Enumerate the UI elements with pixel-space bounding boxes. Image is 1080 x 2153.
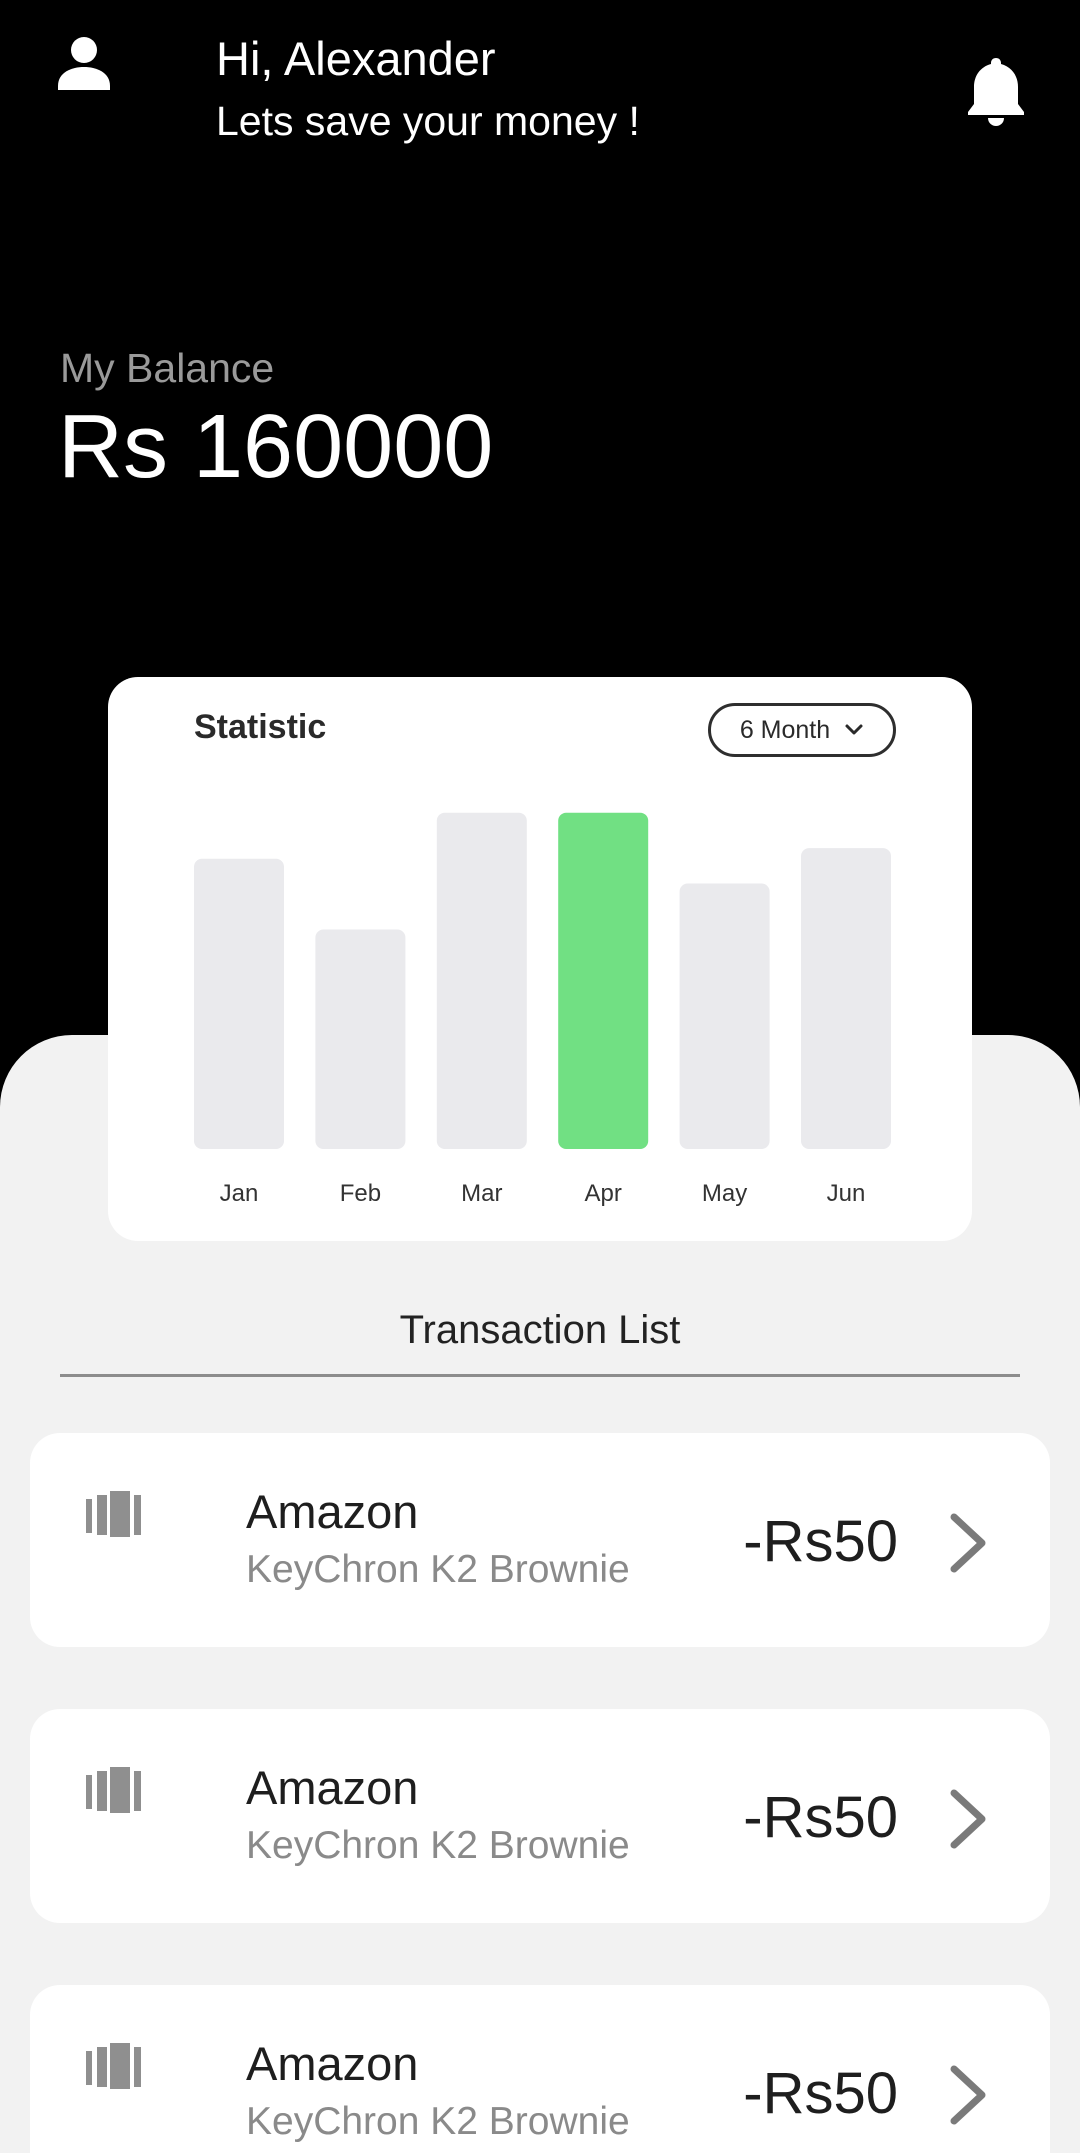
x-tick-label: Jun [827,1180,866,1207]
transaction-card[interactable]: Amazon KeyChron K2 Brownie -Rs50 [30,1985,1050,2153]
statistic-bar-chart: Jan Feb Mar Apr May Jun [194,812,891,1207]
greeting-text: Hi, Alexander [216,32,496,85]
transaction-item: KeyChron K2 Brownie [246,2100,630,2143]
chevron-right-icon[interactable] [946,1789,990,1849]
transaction-amount: -Rs50 [743,2061,898,2126]
barcode-icon [86,1767,141,1813]
balance-label: My Balance [60,345,275,391]
bar-apr [558,812,649,1149]
x-tick-label: Apr [585,1180,622,1207]
transaction-amount: -Rs50 [743,1785,898,1850]
balance-amount: Rs 160000 [58,397,494,497]
bar-may [679,883,770,1149]
transaction-item: KeyChron K2 Brownie [246,1548,630,1591]
bar-jan [194,858,284,1149]
bell-icon[interactable] [964,54,1028,126]
transaction-list-divider [60,1374,1020,1377]
user-icon[interactable] [54,34,114,94]
transaction-merchant: Amazon [246,2037,419,2090]
bar-mar [436,812,527,1149]
greeting-subtitle: Lets save your money ! [216,98,640,144]
chevron-down-icon [845,724,863,735]
transaction-item: KeyChron K2 Brownie [246,1824,630,1867]
chevron-right-icon[interactable] [946,1513,990,1573]
bar-feb [315,929,406,1149]
x-tick-label: May [702,1180,747,1207]
period-dropdown-label: 6 Month [739,715,831,744]
x-tick-label: Feb [340,1180,381,1207]
bar-jun [801,848,891,1149]
period-dropdown[interactable]: 6 Month [708,703,896,757]
x-tick-label: Jan [220,1180,259,1207]
barcode-icon [86,1491,141,1537]
home-screen: Hi, Alexander Lets save your money ! My … [0,0,1080,2153]
x-tick-label: Mar [461,1180,502,1207]
transaction-merchant: Amazon [246,1485,419,1538]
transaction-amount: -Rs50 [743,1509,898,1574]
transaction-merchant: Amazon [246,1761,419,1814]
transaction-list-title: Transaction List [399,1308,681,1352]
statistic-title: Statistic [194,708,327,746]
transaction-card[interactable]: Amazon KeyChron K2 Brownie -Rs50 [30,1709,1050,1923]
barcode-icon [86,2043,141,2089]
transaction-card[interactable]: Amazon KeyChron K2 Brownie -Rs50 [30,1433,1050,1647]
chevron-right-icon[interactable] [946,2065,990,2125]
statistic-card: Jan Feb Mar Apr May Jun Statistic 6 Month [108,677,972,1241]
